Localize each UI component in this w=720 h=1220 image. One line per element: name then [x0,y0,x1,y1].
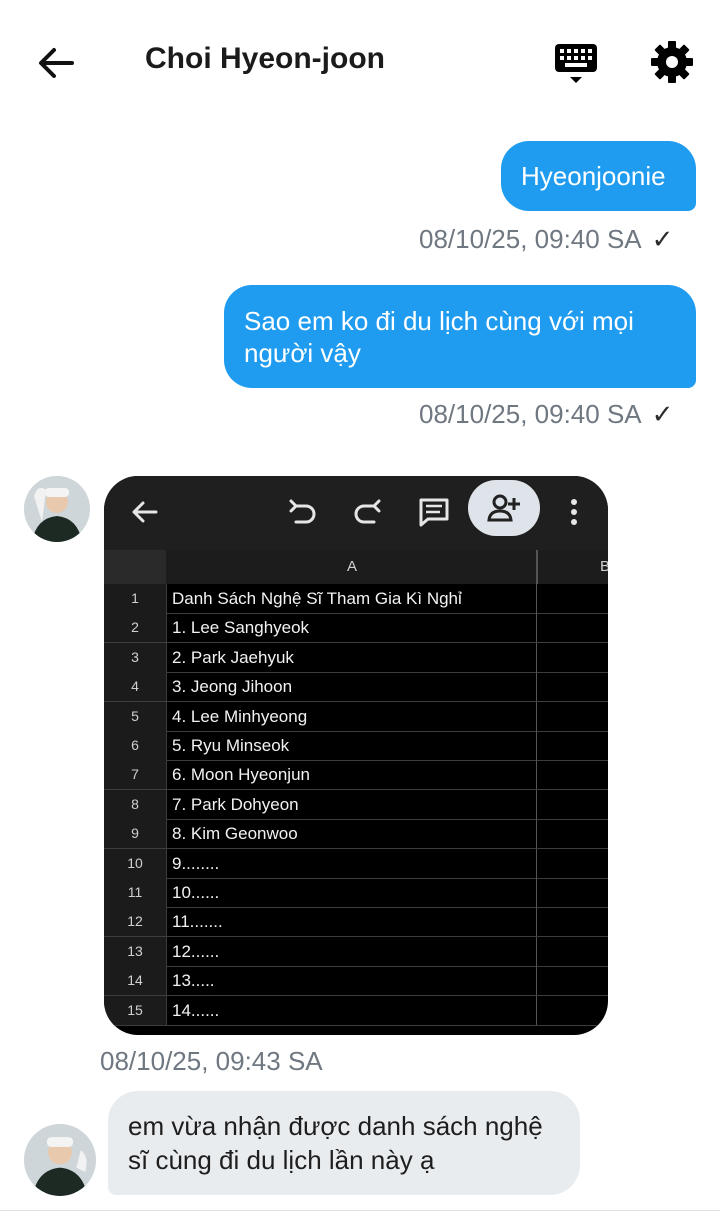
row-number: 4 [104,672,167,702]
cell-text: 5. Ryu Minseok [172,736,290,755]
cell-text: 1. Lee Sanghyeok [172,618,310,638]
row-number: 1 [104,584,167,613]
back-arrow-icon [132,501,158,523]
sent-check-icon: ✓ [651,399,674,429]
row-number: 6 [104,731,167,760]
sheet-row: 15 14...... [104,995,608,1026]
cell-text: 9........ [172,853,220,873]
share-pill [468,480,540,536]
row-number: 8 [104,789,167,819]
cell-text: Danh Sách Nghệ Sĩ Tham Gia Kì Nghỉ [172,589,462,608]
row-number: 9 [104,819,167,849]
cell-text: 14...... [172,1000,220,1020]
sheet-row: 6 5. Ryu Minseok [104,731,608,761]
keyboard-icon[interactable] [553,42,599,86]
outgoing-message-bubble[interactable]: Sao em ko đi du lịch cùng với mọi người … [224,285,696,388]
cell-text: 2. Park Jaehyuk [172,647,294,667]
cell-text: 8. Kim Geonwoo [172,824,298,844]
sent-check-icon: ✓ [651,224,674,254]
message-timestamp: 08/10/25, 09:43 SA [100,1046,323,1077]
add-person-icon [487,494,520,522]
row-number: 13 [104,936,167,966]
sheet-row: 7 6. Moon Hyeonjun [104,760,608,791]
sheet-row: 12 11....... [104,907,608,938]
undo-icon [289,499,316,524]
row-number: 10 [104,848,167,878]
timestamp-text: 08/10/25, 09:43 SA [100,1046,323,1076]
back-arrow-icon[interactable] [32,42,80,84]
chat-header: Choi Hyeon-joon [0,0,720,118]
sheet-toolbar [104,476,608,550]
sheet-row: 9 8. Kim Geonwoo [104,819,608,850]
more-vert-icon [571,499,577,525]
settings-gear-icon[interactable] [650,40,694,84]
cell-text: 3. Jeong Jihoon [172,677,293,697]
row-number: 15 [104,995,167,1025]
sheet-row: 14 13..... [104,966,608,997]
cell-text: 12...... [172,941,220,961]
sheet-row: 4 3. Jeong Jihoon [104,672,608,703]
sheet-row: 11 10...... [104,878,608,908]
column-header-row: A B [104,550,608,584]
image-attachment[interactable]: A B 1 Danh Sách Nghệ Sĩ Tham Gia Kì Nghỉ … [104,476,608,1035]
row-number: 5 [104,701,167,731]
sheet-row: 10 9........ [104,848,608,879]
outgoing-message-bubble[interactable]: Hyeonjoonie [501,141,696,211]
row-number: 11 [104,878,167,907]
sheet-row: 2 1. Lee Sanghyeok [104,613,608,644]
sheet-row: 3 2. Park Jaehyuk [104,642,608,673]
timestamp-text: 08/10/25, 09:40 SA [419,399,642,429]
sheet-row: 8 7. Park Dohyeon [104,789,608,820]
timestamp-text: 08/10/25, 09:40 SA [419,224,642,254]
comment-icon [419,498,449,527]
sheet-row: 5 4. Lee Minhyeong [104,701,608,732]
message-timestamp: 08/10/25, 09:40 SA ✓ [419,399,673,430]
sheet-row: 1 Danh Sách Nghệ Sĩ Tham Gia Kì Nghỉ [104,584,608,614]
column-a-header: A [168,550,538,584]
cell-text: 6. Moon Hyeonjun [172,765,310,785]
sheet-row: 13 12...... [104,936,608,967]
contact-avatar[interactable] [24,476,90,542]
redo-icon [354,499,381,524]
row-number: 2 [104,613,167,643]
column-b-header: B [600,558,608,575]
cell-text: 7. Park Dohyeon [172,794,299,814]
cell-text: 4. Lee Minhyeong [172,706,308,726]
row-number: 7 [104,760,167,790]
message-text: Sao em ko đi du lịch cùng với mọi người … [244,306,634,368]
cell-text: 13..... [172,971,215,991]
row-number: 14 [104,966,167,996]
message-text: em vừa nhận được danh sách nghệ sĩ cùng … [128,1111,543,1175]
cell-text: 10...... [172,883,220,902]
row-number: 12 [104,907,167,937]
message-text: Hyeonjoonie [521,161,666,191]
contact-avatar[interactable] [24,1124,96,1196]
message-timestamp: 08/10/25, 09:40 SA ✓ [419,224,673,255]
incoming-message-bubble[interactable]: em vừa nhận được danh sách nghệ sĩ cùng … [108,1091,580,1195]
cell-text: 11....... [172,912,223,932]
row-number: 3 [104,642,167,672]
corner-cell [104,550,166,584]
contact-name[interactable]: Choi Hyeon-joon [145,42,385,76]
